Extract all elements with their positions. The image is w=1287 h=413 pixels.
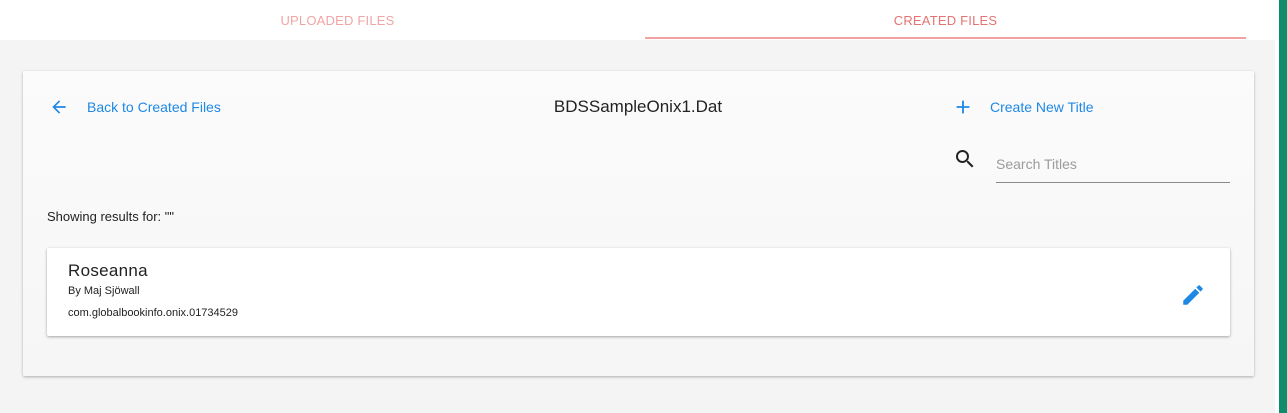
results-summary: Showing results for: "" [47, 209, 175, 224]
titles-panel: Back to Created Files BDSSampleOnix1.Dat… [23, 71, 1254, 376]
title-author: By Maj Sjöwall [68, 285, 140, 297]
tab-uploaded-files[interactable]: UPLOADED FILES [30, 0, 645, 40]
back-link-label: Back to Created Files [87, 99, 221, 115]
search-icon [956, 150, 974, 168]
search-titles-input[interactable] [996, 145, 1230, 183]
arrow-left-icon [52, 100, 66, 114]
tab-bar: UPLOADED FILES CREATED FILES [0, 0, 1275, 40]
file-name-title: BDSSampleOnix1.Dat [553, 97, 723, 116]
create-new-title-label: Create New Title [990, 99, 1094, 115]
back-to-created-files-link[interactable]: Back to Created Files [49, 95, 221, 119]
tab-created-files[interactable]: CREATED FILES [645, 0, 1246, 40]
title-record-id: com.globalbookinfo.onix.01734529 [68, 307, 239, 319]
title-name: Roseanna [68, 261, 148, 280]
create-new-title-button[interactable]: Create New Title [952, 95, 1093, 119]
side-accent-bar [1279, 0, 1287, 413]
title-card: Roseanna By Maj Sjöwall com.globalbookin… [47, 248, 1230, 336]
plus-icon [956, 100, 970, 114]
active-tab-indicator [645, 37, 1246, 39]
pencil-icon[interactable] [1180, 282, 1206, 308]
